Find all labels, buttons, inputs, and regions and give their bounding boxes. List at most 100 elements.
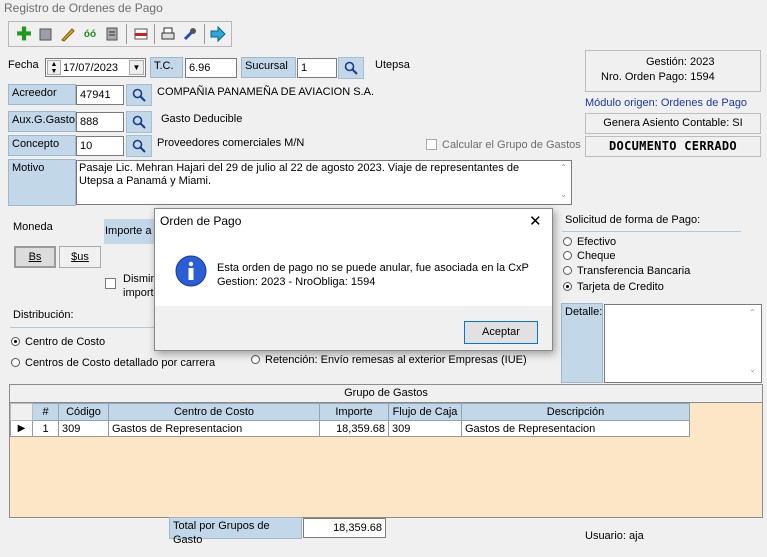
- row-indicator-header: [10, 403, 33, 421]
- concepto-input[interactable]: 10: [76, 136, 124, 156]
- search-icon: [344, 61, 358, 75]
- motivo-textarea[interactable]: Pasaje Lic. Mehran Hajari del 29 de juli…: [76, 160, 572, 205]
- acreedor-name: COMPAÑIA PANAMEÑA DE AVIACION S.A.: [157, 86, 374, 98]
- usuario-text: Usuario: aja: [585, 530, 644, 542]
- delete-icon[interactable]: [131, 24, 151, 44]
- detallado-label: Centros de Costo detallado por carrera: [25, 357, 216, 369]
- tc-label: T.C.: [150, 57, 183, 78]
- close-icon[interactable]: ✕: [529, 212, 542, 230]
- cell-flujo: 309: [388, 420, 462, 437]
- motivo-scrollbar[interactable]: ⌃ ⌄: [556, 161, 571, 204]
- detalle-label: Detalle:: [561, 303, 603, 383]
- total-label: Total por Grupos de Gasto: [169, 517, 302, 546]
- concepto-label: Concepto: [8, 135, 76, 156]
- concepto-search-button[interactable]: [126, 135, 152, 157]
- dialog-titlebar: Orden de Pago ✕: [155, 209, 552, 235]
- radio-detallado[interactable]: Centros de Costo detallado por carrera: [11, 356, 215, 370]
- aceptar-button[interactable]: Aceptar: [464, 321, 538, 344]
- radio-cheque[interactable]: Cheque: [563, 249, 616, 263]
- cell-num: 1: [32, 420, 59, 437]
- dialog-title: Orden de Pago: [160, 214, 242, 228]
- acreedor-search-button[interactable]: [126, 84, 152, 106]
- acreedor-input[interactable]: 47941: [76, 85, 124, 105]
- aux-label: Aux.G.Gasto:: [8, 111, 78, 132]
- centro-label: Centro de Costo: [25, 336, 106, 348]
- exit-icon[interactable]: [208, 24, 228, 44]
- concepto-name: Proveedores comerciales M/N: [157, 137, 305, 149]
- sucursal-search-button[interactable]: [338, 57, 364, 79]
- disminuir-checkbox[interactable]: [105, 278, 121, 290]
- motivo-label: Motivo: [8, 159, 76, 206]
- motivo-value: Pasaje Lic. Mehran Hajari del 29 de juli…: [79, 162, 520, 187]
- nro-orden-text: Nro. Orden Pago: 1594: [601, 71, 715, 83]
- cheque-label: Cheque: [577, 250, 616, 262]
- tools-icon[interactable]: [180, 24, 200, 44]
- grupo-title: Grupo de Gastos: [10, 385, 762, 403]
- radio-tarjeta[interactable]: Tarjeta de Credito: [563, 280, 664, 294]
- calcular-label: Calcular el Grupo de Gastos: [442, 139, 581, 151]
- table-row[interactable]: ▶ 1 309 Gastos de Representacion 18,359.…: [10, 420, 690, 437]
- search-icon: [132, 88, 146, 102]
- acreedor-label: Acreedor: [8, 84, 76, 105]
- dropdown-arrow-icon[interactable]: ▼: [129, 60, 144, 75]
- total-value: 18,359.68: [303, 518, 386, 538]
- gestion-text: Gestión: 2023: [646, 56, 715, 68]
- asiento-text: Genera Asiento Contable: SI: [585, 113, 761, 134]
- toolbar-divider: [126, 24, 127, 44]
- aux-search-button[interactable]: [126, 111, 152, 133]
- calcular-checkbox[interactable]: Calcular el Grupo de Gastos: [426, 138, 581, 152]
- sus-button[interactable]: $us: [59, 246, 101, 268]
- importe-label: Importe a: [105, 225, 152, 237]
- sucursal-input[interactable]: 1: [297, 58, 337, 78]
- transferencia-label: Transferencia Bancaria: [577, 265, 691, 277]
- find-icon[interactable]: óó: [80, 24, 100, 44]
- dialog-message: Esta orden de pago no se puede anular, f…: [217, 262, 529, 288]
- search-icon: [132, 139, 146, 153]
- col-flujo: Flujo de Caja: [388, 403, 462, 421]
- radio-efectivo[interactable]: Efectivo: [563, 235, 616, 249]
- dismin-label: Dismin: [123, 273, 157, 285]
- grupo-gastos-panel: Grupo de Gastos # Código Centro de Costo…: [9, 384, 763, 518]
- radio-centro[interactable]: Centro de Costo: [11, 335, 105, 349]
- tc-input[interactable]: 6.96: [185, 58, 237, 78]
- col-centro: Centro de Costo: [108, 403, 320, 421]
- moneda-label: Moneda: [13, 221, 53, 233]
- efectivo-label: Efectivo: [577, 236, 617, 248]
- print-icon[interactable]: [158, 24, 178, 44]
- row-pointer-icon: ▶: [10, 420, 33, 437]
- aux-name: Gasto Deducible: [161, 113, 243, 125]
- date-spinner[interactable]: ▲ ▼: [47, 60, 61, 75]
- distribucion-label: Distribución:: [13, 309, 74, 321]
- bs-button[interactable]: Bs: [14, 246, 56, 268]
- sucursal-name: Utepsa: [375, 59, 410, 71]
- status-badge: DOCUMENTO CERRADO: [585, 136, 761, 157]
- detalle-textarea[interactable]: ⌃ ⌄: [604, 304, 762, 383]
- toolbar-divider: [204, 24, 205, 44]
- cell-codigo: 309: [58, 420, 109, 437]
- tarjeta-label: Tarjeta de Credito: [577, 281, 664, 293]
- info-icon: [175, 255, 207, 287]
- add-icon[interactable]: ✚: [14, 24, 34, 44]
- forma-pago-label: Solicitud de forma de Pago:: [565, 214, 701, 226]
- fecha-label: Fecha: [8, 59, 39, 71]
- edit-icon[interactable]: [58, 24, 78, 44]
- radio-transferencia[interactable]: Transferencia Bancaria: [563, 264, 690, 278]
- cell-centro: Gastos de Representacion: [108, 420, 320, 437]
- col-codigo: Código: [58, 403, 109, 421]
- radio-retencion[interactable]: Retención: Envío remesas al exterior Emp…: [251, 353, 527, 367]
- fecha-field[interactable]: ▲ ▼ 17/07/2023 ▼: [45, 58, 146, 77]
- col-importe: Importe: [319, 403, 389, 421]
- toolbar-divider: [154, 24, 155, 44]
- modulo-text: Módulo origen: Ordenes de Pago: [585, 97, 748, 109]
- copy-icon[interactable]: [36, 24, 56, 44]
- col-descripcion: Descripción: [461, 403, 690, 421]
- search-icon: [132, 115, 146, 129]
- grupo-header-row: # Código Centro de Costo Importe Flujo d…: [10, 403, 690, 421]
- col-num: #: [32, 403, 59, 421]
- aux-input[interactable]: 888: [76, 112, 124, 132]
- list-icon[interactable]: [102, 24, 122, 44]
- detalle-scrollbar[interactable]: ⌃ ⌄: [745, 306, 760, 381]
- dialog: Orden de Pago ✕ Esta orden de pago no se…: [154, 208, 553, 351]
- cell-importe: 18,359.68: [319, 420, 389, 437]
- fecha-value: 17/07/2023: [63, 62, 119, 74]
